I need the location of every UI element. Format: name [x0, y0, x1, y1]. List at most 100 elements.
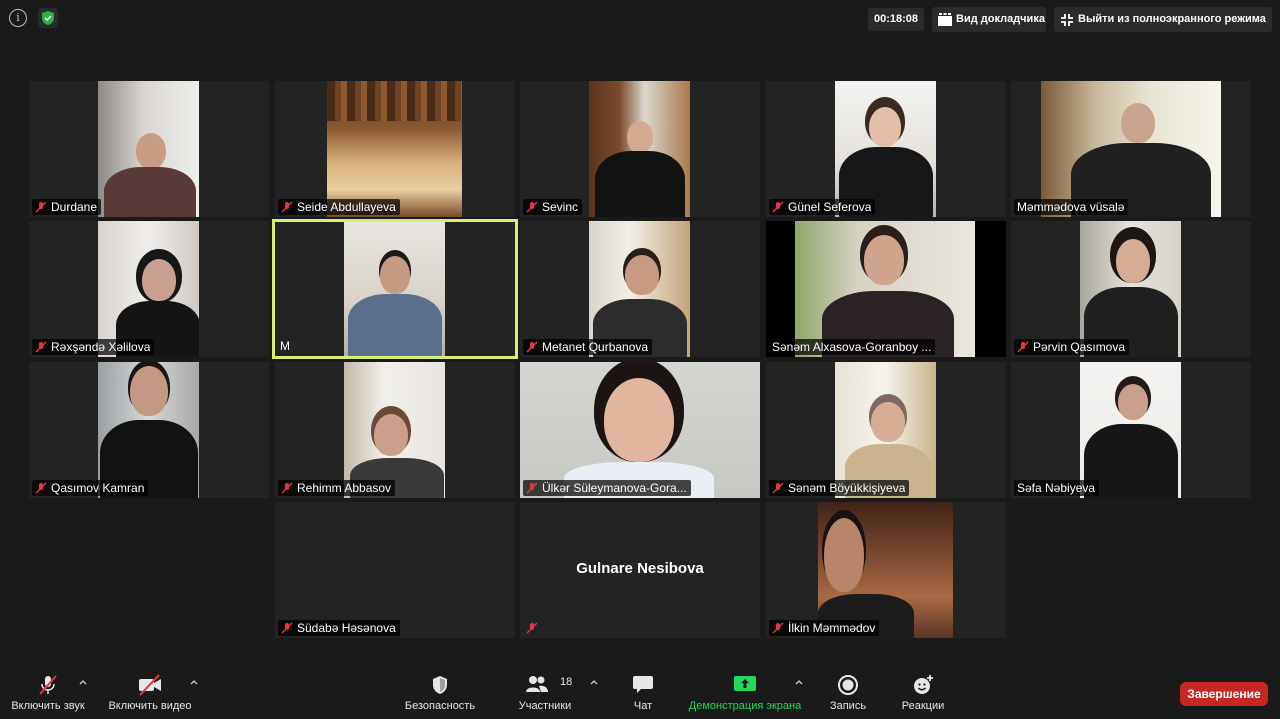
info-icon[interactable]: i [9, 9, 27, 27]
participant-tile[interactable]: Gulnare Nesibova [520, 502, 760, 638]
participant-head [625, 255, 659, 295]
participant-tile[interactable]: Sənəm Böyükkişiyeva [766, 362, 1006, 498]
participant-tile[interactable]: Qasımov Kamran [29, 362, 269, 498]
chat-bubble-icon [633, 676, 653, 693]
participant-name-label: Rəxşəndə Xəlilova [32, 339, 155, 355]
participant-head [864, 235, 904, 285]
participant-video [1041, 81, 1221, 217]
grid-view-icon [938, 13, 952, 26]
participant-tile[interactable]: Ülkər Süleymanova-Gora... [520, 362, 760, 498]
participant-head [130, 366, 168, 416]
participant-video [1080, 221, 1181, 357]
participant-name-label [523, 620, 542, 636]
participant-name-label: Südabə Həsənova [278, 620, 400, 636]
reactions-button[interactable]: Реакции [894, 662, 952, 719]
video-off-icon [139, 674, 161, 696]
muted-mic-icon [772, 482, 784, 494]
active-speaker-tile[interactable]: M [272, 219, 518, 359]
participant-tile[interactable]: Rehimm Abbasov [275, 362, 515, 498]
muted-mic-icon [281, 201, 293, 213]
muted-mic-icon [1017, 341, 1029, 353]
participant-name-label: Metanet Qurbanova [523, 339, 653, 355]
meeting-toolbar: Включить звук Включить видео Безопасност… [0, 662, 1280, 719]
exit-fullscreen-label: Выйти из полноэкранного режима [1078, 13, 1266, 25]
participants-button[interactable]: 18 Участники [510, 662, 580, 719]
participant-tile[interactable]: İlkin Məmmədov [766, 502, 1006, 638]
chat-button[interactable]: Чат [618, 662, 668, 719]
muted-mic-icon [35, 341, 47, 353]
participant-video [766, 221, 1006, 357]
participant-video [327, 81, 462, 217]
participant-body [348, 294, 442, 356]
participant-video [835, 362, 936, 498]
record-button[interactable]: Запись [820, 662, 876, 719]
participant-video [1080, 362, 1181, 498]
participant-tile[interactable]: Durdane [29, 81, 269, 217]
participant-head [136, 133, 166, 169]
participant-tile[interactable]: Məmmədova vüsalə [1011, 81, 1251, 217]
participant-head [142, 259, 176, 301]
participant-tile[interactable]: Sevinc [520, 81, 760, 217]
participant-name-label: Sənəm Böyükkişiyeva [769, 480, 910, 496]
participant-name-label: Rehimm Abbasov [278, 480, 396, 496]
muted-mic-icon [35, 482, 47, 494]
muted-mic-icon [281, 622, 293, 634]
security-button[interactable]: Безопасность [400, 662, 480, 719]
participant-video [98, 81, 199, 217]
participant-tile[interactable]: Metanet Qurbanova [520, 221, 760, 357]
start-video-button[interactable]: Включить видео [104, 662, 196, 719]
participant-video [344, 222, 445, 356]
bookshelf-background [327, 81, 462, 121]
participant-tile[interactable]: Günel Seferova [766, 81, 1006, 217]
share-screen-icon [734, 676, 756, 691]
participant-video [98, 362, 199, 498]
participant-head [1116, 239, 1150, 283]
participants-options-chevron-icon[interactable] [590, 678, 598, 686]
end-meeting-button[interactable]: Завершение [1180, 682, 1268, 706]
participant-head [871, 402, 905, 442]
participant-tile[interactable]: Rəxşəndə Xəlilova [29, 221, 269, 357]
participant-tile[interactable]: Seide Abdullayeva [275, 81, 515, 217]
reactions-smiley-icon [914, 675, 933, 694]
participant-name-label: Səfa Nəbiyeva [1014, 480, 1100, 496]
participant-tile[interactable]: Südabə Həsənova [275, 502, 515, 638]
participant-center-name: Gulnare Nesibova [576, 560, 704, 577]
participant-name-label: Sənəm Alxasova-Goranboy ... [769, 339, 936, 355]
unmute-button[interactable]: Включить звук [6, 662, 90, 719]
shield-icon [433, 676, 447, 694]
share-options-chevron-icon[interactable] [795, 678, 803, 686]
participants-icon [526, 676, 548, 692]
participant-name-label: Ülkər Süleymanova-Gora... [523, 480, 691, 496]
muted-mic-icon [35, 201, 47, 213]
participant-name-label: Məmmədova vüsalə [1014, 199, 1129, 215]
speaker-view-button[interactable]: Вид докладчика [932, 7, 1046, 32]
participant-name-label: Pərvin Qasımova [1014, 339, 1130, 355]
exit-fullscreen-button[interactable]: Выйти из полноэкранного режима [1054, 7, 1272, 32]
record-icon [838, 675, 858, 695]
share-screen-button[interactable]: Демонстрация экрана [684, 662, 806, 719]
participant-video [589, 221, 690, 357]
participant-tile[interactable]: Sənəm Alxasova-Goranboy ... [766, 221, 1006, 357]
participant-head [627, 121, 653, 153]
participant-head [380, 256, 410, 294]
muted-mic-icon [281, 482, 293, 494]
video-options-chevron-icon[interactable] [190, 678, 198, 686]
participant-video [818, 502, 953, 638]
exit-fullscreen-icon [1061, 14, 1073, 26]
speaker-view-label: Вид докладчика [956, 13, 1045, 25]
participant-head [374, 414, 408, 456]
participant-video [835, 81, 936, 217]
participant-name-label: Günel Seferova [769, 199, 876, 215]
participant-video [98, 221, 199, 357]
participant-head [604, 378, 674, 462]
muted-mic-icon [772, 201, 784, 213]
muted-mic-icon [772, 622, 784, 634]
muted-mic-icon [526, 482, 538, 494]
participant-name-label: Qasımov Kamran [32, 480, 149, 496]
audio-options-chevron-icon[interactable] [79, 678, 87, 686]
participant-tile[interactable]: Pərvin Qasımova [1011, 221, 1251, 357]
participant-video [589, 81, 690, 217]
encryption-shield-icon[interactable] [38, 8, 58, 28]
participant-tile[interactable]: Səfa Nəbiyeva [1011, 362, 1251, 498]
participant-body [595, 151, 685, 217]
